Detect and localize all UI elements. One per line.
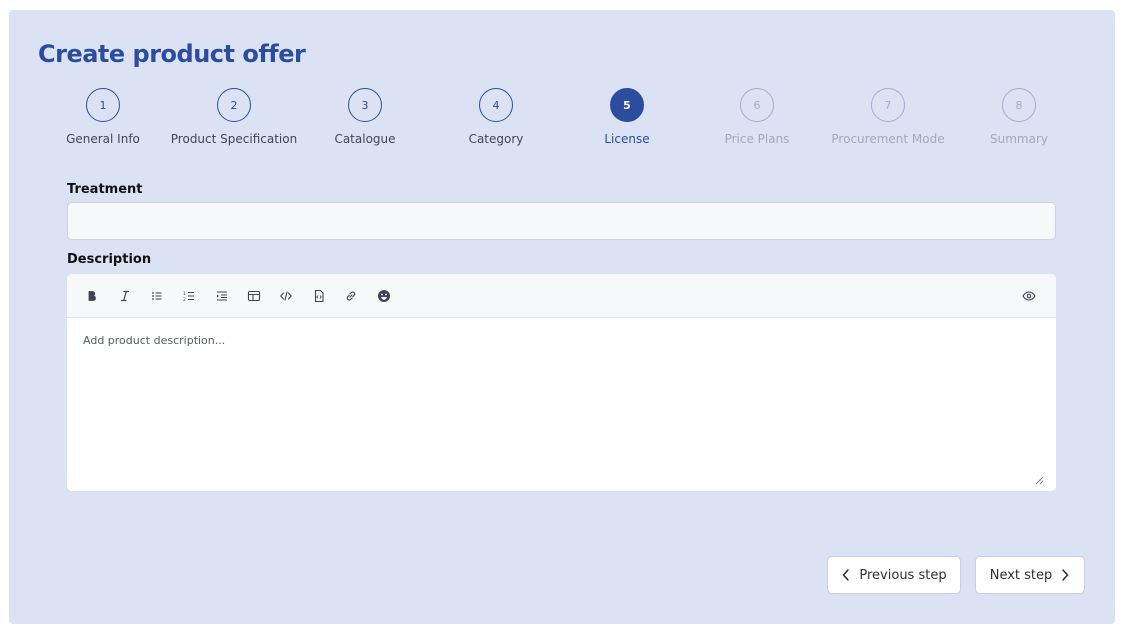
treatment-input[interactable] (67, 202, 1056, 240)
step-label: Summary (990, 132, 1048, 146)
step-summary[interactable]: 8 Summary (939, 88, 1099, 146)
next-step-label: Next step (989, 567, 1053, 583)
step-number: 1 (86, 88, 120, 122)
emoji-icon[interactable] (374, 286, 394, 306)
step-number: 7 (871, 88, 905, 122)
indent-icon[interactable] (212, 286, 232, 306)
step-number: 5 (610, 88, 644, 122)
previous-step-label: Previous step (859, 567, 947, 583)
resize-grip-icon[interactable] (1035, 476, 1044, 485)
table-icon[interactable] (244, 286, 264, 306)
treatment-label: Treatment (67, 182, 143, 197)
bullet-list-icon[interactable] (147, 286, 167, 306)
step-number: 2 (217, 88, 251, 122)
previous-step-button[interactable]: Previous step (827, 556, 961, 594)
step-number: 8 (1002, 88, 1036, 122)
page-title: Create product offer (38, 40, 306, 68)
italic-icon[interactable] (115, 286, 135, 306)
description-label: Description (67, 252, 152, 267)
step-number: 4 (479, 88, 513, 122)
step-number: 6 (740, 88, 774, 122)
preview-eye-icon[interactable] (1019, 286, 1039, 306)
editor-toolbar: 12 (67, 274, 1056, 318)
step-progress: 1 General Info 2 Product Specification 3… (9, 88, 1115, 158)
next-step-button[interactable]: Next step (975, 556, 1085, 594)
description-textarea[interactable] (67, 318, 1056, 491)
chevron-right-icon (1062, 569, 1069, 581)
description-editor: 12 (67, 274, 1056, 491)
svg-text:2: 2 (183, 297, 186, 303)
step-number: 3 (348, 88, 382, 122)
link-icon[interactable] (341, 286, 361, 306)
numbered-list-icon[interactable]: 12 (179, 286, 199, 306)
code-icon[interactable] (276, 286, 296, 306)
create-offer-panel: Create product offer 1 General Info 2 Pr… (9, 10, 1115, 624)
code-block-icon[interactable] (309, 286, 329, 306)
bold-icon[interactable] (82, 286, 102, 306)
chevron-left-icon (842, 569, 850, 581)
svg-text:1: 1 (183, 291, 186, 297)
